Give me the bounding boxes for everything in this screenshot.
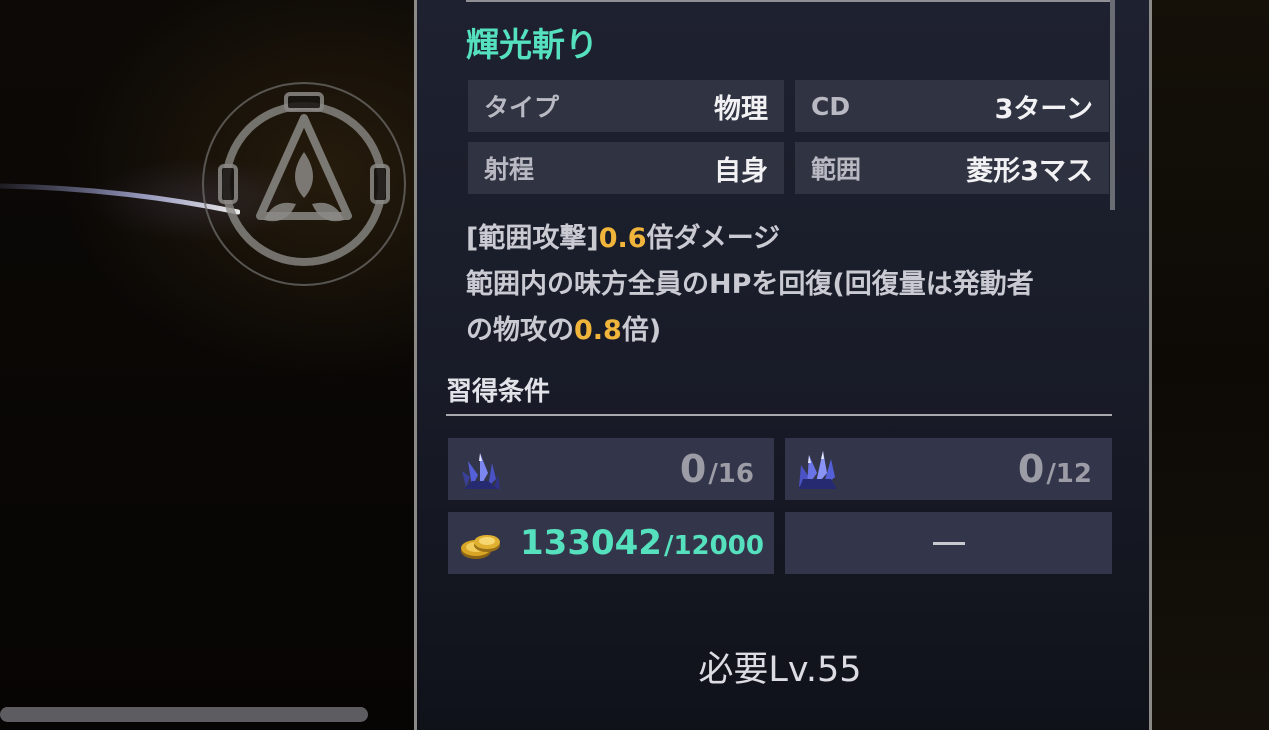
skill-name: 輝光斬り: [466, 25, 598, 64]
background-right: [1152, 0, 1269, 730]
stat-label: 射程: [484, 155, 535, 184]
stat-value: 3ターン: [994, 93, 1093, 125]
requirements-divider: [446, 414, 1112, 416]
vertical-scrollbar[interactable]: [1110, 0, 1115, 210]
empty-placeholder: [932, 541, 965, 545]
stat-cooldown: CD 3ターン: [795, 80, 1109, 132]
top-divider: [466, 0, 1112, 2]
stat-range: 射程 自身: [468, 142, 784, 194]
requirement-count: 0 /16: [679, 447, 754, 491]
horizontal-scrollbar[interactable]: [0, 707, 368, 722]
blue-crystal-cluster-icon: [799, 451, 837, 489]
requirement-item-gold[interactable]: 133042 /12000: [448, 512, 774, 574]
requirement-item-crystal[interactable]: 0 /16: [448, 438, 774, 500]
stat-label: 範囲: [811, 155, 862, 184]
damage-multiplier: 0.6: [598, 223, 647, 254]
stat-area: 範囲 菱形3マス: [795, 142, 1109, 194]
stat-value: 菱形3マス: [966, 155, 1093, 187]
requirement-item-empty: [785, 512, 1112, 574]
stat-type: タイプ 物理: [468, 80, 784, 132]
requirement-count: 0 /12: [1017, 447, 1092, 491]
requirements-title: 習得条件: [446, 377, 551, 407]
description-line-3: の物攻の0.8倍): [466, 315, 662, 346]
blue-crystal-icon: [462, 453, 500, 489]
gold-coins-icon: [461, 535, 500, 559]
stat-value: 自身: [714, 155, 768, 187]
faction-emblem-icon: [202, 82, 406, 286]
gold-count: 133042 /12000: [520, 523, 764, 563]
skill-description: [範囲攻撃]0.6倍ダメージ 範囲内の味方全員のHPを回復(回復量は発動者 の物…: [466, 216, 1116, 354]
heal-multiplier: 0.8: [574, 315, 622, 346]
description-line-1: [範囲攻撃]0.6倍ダメージ: [466, 223, 781, 254]
required-level: 必要Lv.55: [698, 650, 862, 690]
stat-label: CD: [811, 91, 851, 121]
stat-label: タイプ: [484, 93, 560, 122]
description-line-2: 範囲内の味方全員のHPを回復(回復量は発動者: [466, 269, 1034, 300]
requirement-item-crystal-cluster[interactable]: 0 /12: [785, 438, 1112, 500]
stat-value: 物理: [714, 93, 768, 125]
